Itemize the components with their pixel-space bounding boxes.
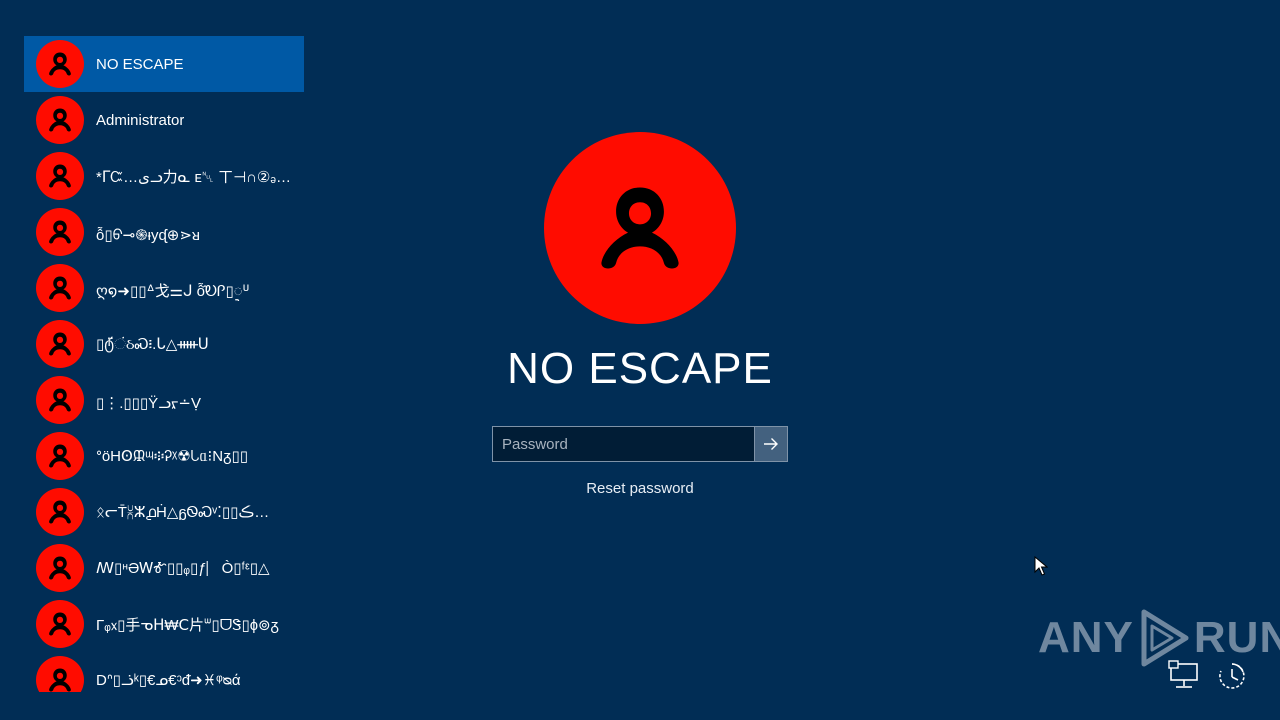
user-icon [49,388,71,412]
login-avatar [544,132,736,324]
user-item[interactable]: Γᵩ᥊▯手ᓀᕼ₩Ⅽ片ᐜ▯ᗜᏕ▯ɸ⊚ᵹ [24,596,304,652]
user-avatar [36,656,84,692]
user-item[interactable]: ꟿ▯ᵸƏᎳᎹ▯▯ᵩ▯ƒ⎸Ò▯ᶠᵋ▯△ [24,540,304,596]
network-icon [1168,660,1198,688]
user-avatar [36,40,84,88]
user-item[interactable]: ▯⋮.▯▯▯Ϋᓗᠷ∸Ṿ [24,372,304,428]
user-name: ▯⋮.▯▯▯Ϋᓗᠷ∸Ṿ [96,395,201,412]
network-button[interactable] [1168,660,1200,692]
user-item[interactable]: ▯ტ̈́ંઠᏍ፧.ᒐ△ᚔᑌ [24,316,304,372]
mouse-pointer-icon [1034,556,1048,576]
user-name: NO ESCAPE [96,55,184,73]
user-icon [49,500,71,524]
watermark-text-right: RUN [1193,613,1280,662]
user-avatar [36,376,84,424]
user-name: ỗ▯ᠪ⊸֍ᵻyᶑ⊕⋗ᴚ [96,227,201,244]
ease-of-access-icon [1219,663,1245,689]
user-item[interactable]: ỗ▯ᠪ⊸֍ᵻyᶑ⊕⋗ᴚ [24,204,304,260]
watermark-text-left: ANY [1038,613,1134,662]
user-item-no-escape[interactable]: NO ESCAPE [24,36,304,92]
user-name: Γᵩ᥊▯手ᓀᕼ₩Ⅽ片ᐜ▯ᗜᏕ▯ɸ⊚ᵹ [96,616,279,634]
user-item-administrator[interactable]: Administrator [24,92,304,148]
user-avatar [36,432,84,480]
login-user-name: NO ESCAPE [507,344,773,393]
user-icon [49,276,71,300]
user-name: Administrator [96,111,185,129]
ease-of-access-button[interactable] [1216,660,1248,692]
user-name: ღ໑➜▯▯ᐞ戈⚌ᒍ ỗ̂ᎧᎵ▯ᢩᓑ [96,283,250,300]
arrow-right-icon [764,438,778,450]
user-avatar [36,544,84,592]
user-name: *ᒥᏨ…ﻯᓗ力ᓇ ᴇ␀ ㄒ⊣∩②ₔ▮▯ [96,168,292,186]
user-name: ▯ტ̈́ંઠᏍ፧.ᒐ△ᚔᑌ [96,336,209,353]
reset-password-link[interactable]: Reset password [540,480,740,497]
anyrun-watermark: ANY RUN [1038,608,1280,668]
play-logo-icon [1141,609,1189,667]
password-box [492,426,788,462]
user-icon [49,612,71,636]
user-list: NO ESCAPE Administrator *ᒥᏨ…ﻯᓗ力ᓇ ᴇ␀ ㄒ⊣∩②… [24,36,304,692]
user-name: ᛟᓕT̄⩈ⵣ൧Ḣ△ᵷᏫᏍᵛ⁚▯▯ڪ… [96,504,270,521]
user-name: ꟿ▯ᵸƏᎳᎹ▯▯ᵩ▯ƒ⎸Ò▯ᶠᵋ▯△ [96,560,270,577]
user-avatar [36,600,84,648]
user-icon [49,220,71,244]
user-item[interactable]: *ᒥᏨ…ﻯᓗ力ᓇ ᴇ␀ ㄒ⊣∩②ₔ▮▯ [24,148,304,204]
user-name: ᐤöHꙨᙜᶭ፨Ꭾᵡ☢ᘂᥲ⁝Nᵹ▯▯ [96,448,249,465]
user-icon [601,187,679,269]
user-name: Dᐢ▯ᓘᵏ▯€ᓄ€ᵓᵭ➜♓ᵠᴓά [96,672,241,689]
user-avatar [36,488,84,536]
user-avatar [36,320,84,368]
user-avatar [36,96,84,144]
user-avatar [36,264,84,312]
user-avatar [36,152,84,200]
password-input[interactable] [493,427,754,461]
user-icon [49,108,71,132]
user-icon [49,332,71,356]
user-icon [49,52,71,76]
user-icon [49,164,71,188]
submit-button[interactable] [754,427,787,461]
user-icon [49,444,71,468]
user-icon [49,556,71,580]
user-item[interactable]: Dᐢ▯ᓘᵏ▯€ᓄ€ᵓᵭ➜♓ᵠᴓά [24,652,304,692]
user-item[interactable]: ᛟᓕT̄⩈ⵣ൧Ḣ△ᵷᏫᏍᵛ⁚▯▯ڪ… [24,484,304,540]
user-icon [49,668,71,692]
lock-screen: NO ESCAPE Administrator *ᒥᏨ…ﻯᓗ力ᓇ ᴇ␀ ㄒ⊣∩②… [0,0,1280,720]
user-avatar [36,208,84,256]
user-item[interactable]: ᐤöHꙨᙜᶭ፨Ꭾᵡ☢ᘂᥲ⁝Nᵹ▯▯ [24,428,304,484]
user-item[interactable]: ღ໑➜▯▯ᐞ戈⚌ᒍ ỗ̂ᎧᎵ▯ᢩᓑ [24,260,304,316]
